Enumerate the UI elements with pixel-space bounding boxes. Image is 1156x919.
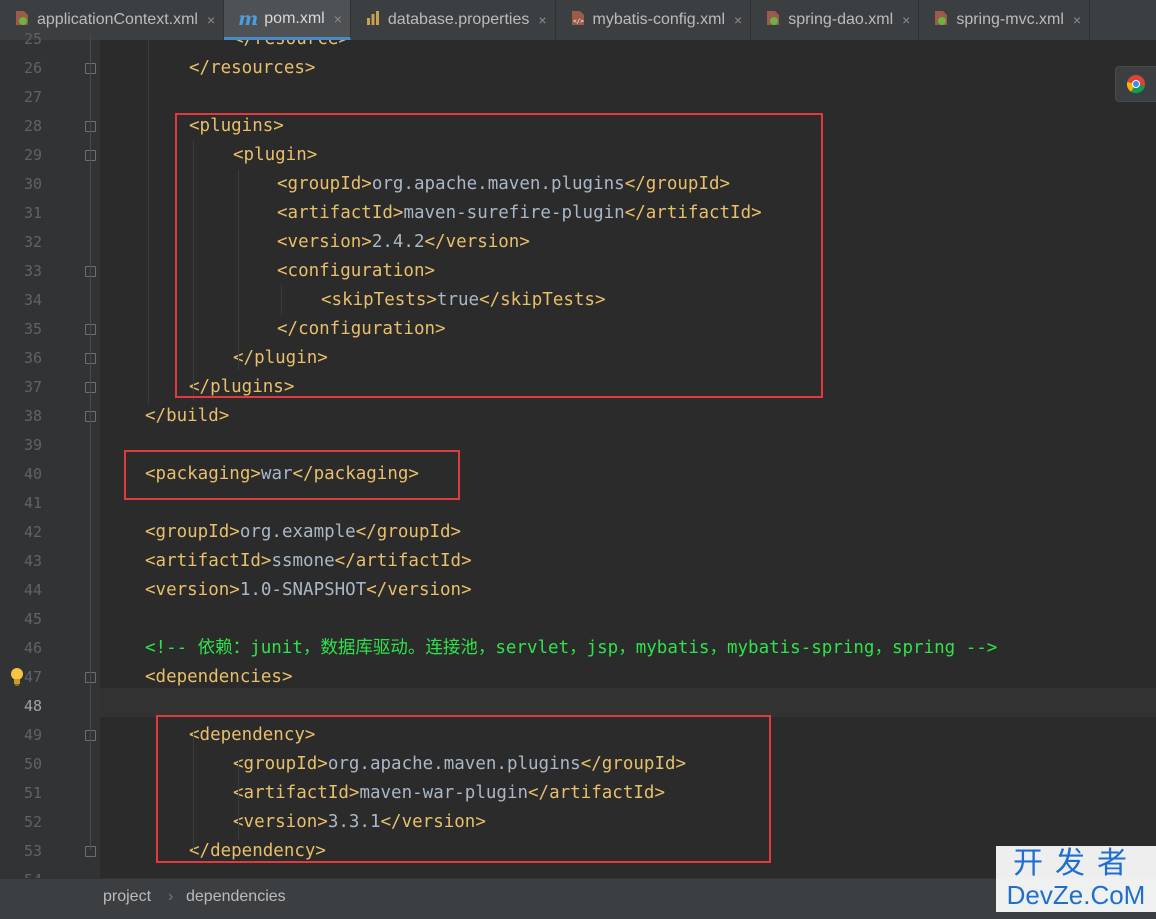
line-number: 44 [23, 581, 42, 599]
code-line-38[interactable]: </build> [145, 402, 229, 431]
xml-tag: <dependencies> [145, 667, 293, 687]
fold-guide-line [90, 34, 91, 460]
tab-label: applicationContext.xml [37, 11, 198, 28]
line-number: 35 [23, 320, 42, 338]
line-number: 27 [23, 88, 42, 106]
line-number: 39 [23, 436, 42, 454]
tab-label: spring-mvc.xml [956, 11, 1064, 28]
line-number: 29 [23, 146, 42, 164]
close-icon[interactable]: × [1073, 12, 1081, 28]
breadcrumb-item-project[interactable]: project [103, 888, 151, 906]
close-icon[interactable]: × [538, 12, 546, 28]
code-editor[interactable]: </resource></resources><plugins><plugin>… [100, 40, 1156, 878]
line-number: 34 [23, 291, 42, 309]
line-number-gutter[interactable]: 25 26 27 28 29 30 31 32 33 34 35 36 37 38 39 40 41 42 43 44… [0, 30, 100, 889]
tab-label: database.properties [387, 11, 530, 28]
line-number: 48 [23, 697, 42, 715]
xml-tag: </version> [366, 580, 472, 600]
tab-label: mybatis-config.xml [592, 11, 726, 28]
line-number: 45 [23, 610, 42, 628]
tab-label: spring-dao.xml [788, 11, 894, 28]
line-number: 37 [23, 378, 42, 396]
maven-icon: m [238, 7, 259, 30]
line-number: 52 [23, 813, 42, 831]
close-icon[interactable]: × [902, 12, 910, 28]
code-line-25[interactable]: </resource> [233, 40, 349, 54]
xml-tag: </resources> [189, 58, 316, 78]
highlight-box-1 [175, 113, 823, 398]
tab-mybatis-config-xml[interactable]: </> mybatis-config.xml × [556, 0, 752, 40]
xml-comment: <!-- 依赖：junit，数据库驱动。连接池，servlet，jsp，myba… [145, 638, 998, 658]
line-number: 33 [23, 262, 42, 280]
code-line-43[interactable]: <artifactId>ssmone</artifactId> [145, 547, 472, 576]
line-number: 32 [23, 233, 42, 251]
tab-database-properties[interactable]: database.properties × [351, 0, 556, 40]
line-number: 51 [23, 784, 42, 802]
watermark-cn: 开发者 [1013, 847, 1139, 880]
close-icon[interactable]: × [334, 11, 342, 27]
highlight-box-2 [124, 450, 460, 500]
line-number: 26 [23, 59, 42, 77]
xml-tag: </resource> [233, 40, 349, 49]
xml-tag: </groupId> [355, 522, 462, 542]
properties-icon [365, 10, 388, 31]
line-number: 40 [23, 465, 42, 483]
xml-tag: </build> [145, 406, 230, 426]
line-number: 41 [23, 494, 42, 512]
tab-spring-mvc-xml[interactable]: spring-mvc.xml × [919, 0, 1091, 40]
code-line-42[interactable]: <groupId>org.example</groupId> [145, 518, 461, 547]
tab-pom-xml[interactable]: m pom.xml × [224, 0, 351, 40]
xml-tag: <artifactId> [145, 551, 272, 571]
highlight-box-3 [156, 715, 771, 863]
code-line-44[interactable]: <version>1.0-SNAPSHOT</version> [145, 576, 472, 605]
xml-tag: <groupId> [145, 522, 240, 542]
xml-text: org.example [239, 522, 356, 542]
line-number: 50 [23, 755, 42, 773]
breadcrumb-separator: › [168, 888, 174, 905]
breadcrumb-item-dependencies[interactable]: dependencies [186, 888, 286, 906]
code-line-47[interactable]: <dependencies> [145, 663, 293, 692]
line-number: 36 [23, 349, 42, 367]
line-number: 28 [23, 117, 42, 135]
xml-text: ssmone [271, 551, 335, 571]
line-number: 47 [23, 668, 42, 686]
line-number: 43 [23, 552, 42, 570]
line-number: 25 [23, 30, 42, 48]
editor-tab-bar: applicationContext.xml × m pom.xml × database… [0, 0, 1156, 41]
code-line-26[interactable]: </resources> [189, 54, 315, 83]
fold-guide-line [90, 458, 91, 850]
xml-tag: <version> [145, 580, 240, 600]
indent-guide [148, 40, 149, 405]
xml-tag: </artifactId> [334, 551, 472, 571]
line-number: 30 [23, 175, 42, 193]
line-number: 31 [23, 204, 42, 222]
xml-text: 1.0-SNAPSHOT [239, 580, 367, 600]
line-number: 42 [23, 523, 42, 541]
close-icon[interactable]: × [207, 12, 215, 28]
code-line-46[interactable]: <!-- 依赖：junit，数据库驱动。连接池，servlet，jsp，myba… [145, 634, 997, 663]
xml-icon: </> [570, 10, 593, 31]
spring-xml-icon [765, 10, 788, 31]
spring-xml-icon [933, 10, 956, 31]
tab-spring-dao-xml[interactable]: spring-dao.xml × [751, 0, 920, 40]
tab-label: pom.xml [264, 9, 325, 27]
site-watermark: 开发者 DevZe.CoM [996, 846, 1156, 912]
line-number: 49 [23, 726, 42, 744]
current-line-highlight [100, 688, 1156, 717]
close-icon[interactable]: × [734, 12, 742, 28]
line-number: 53 [23, 842, 42, 860]
watermark-en: DevZe.CoM [1006, 880, 1146, 910]
line-number: 38 [23, 407, 42, 425]
breadcrumb: project › dependencies [0, 878, 1156, 919]
line-number: 46 [23, 639, 42, 657]
svg-text:</>: </> [573, 18, 584, 25]
